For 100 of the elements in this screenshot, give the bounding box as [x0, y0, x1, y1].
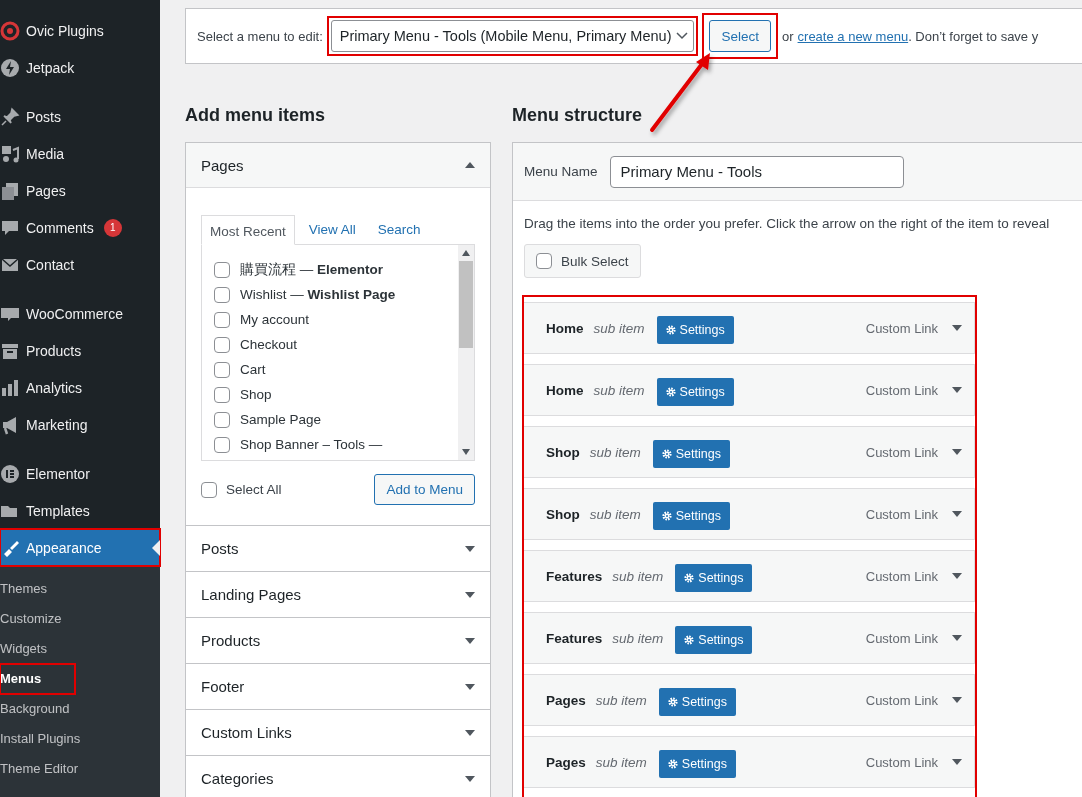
expand-arrow-icon[interactable] — [952, 635, 962, 641]
sidebar-item[interactable]: Media — [0, 135, 160, 172]
expand-arrow-icon[interactable] — [465, 729, 475, 736]
sidebar-item[interactable]: Products — [0, 332, 160, 369]
submenu-item[interactable]: Themes — [0, 574, 55, 604]
settings-button[interactable]: Settings — [652, 502, 730, 530]
item-subtitle: sub item — [595, 692, 647, 708]
accordion-header[interactable]: Custom Links — [186, 710, 490, 755]
bulk-select-button[interactable]: Bulk Select — [524, 244, 641, 278]
sidebar-item[interactable]: Ovic Plugins — [0, 12, 160, 49]
checkbox[interactable] — [214, 361, 230, 378]
accordion-header[interactable]: Landing Pages — [186, 572, 490, 617]
menu-item[interactable]: Pages sub item Settings Custom Link — [523, 674, 975, 726]
menu-item[interactable]: Features sub item Settings Custom Link — [523, 550, 975, 602]
sidebar-item[interactable]: Analytics — [0, 369, 160, 406]
settings-button[interactable]: Settings — [656, 378, 734, 406]
expand-arrow-icon[interactable] — [465, 591, 475, 598]
instructions-text: Drag the items into the order you prefer. Click the arrow on the right of the item to reveal — [524, 216, 1051, 231]
checkbox[interactable] — [214, 311, 230, 328]
gear-icon — [665, 325, 676, 335]
expand-arrow-icon[interactable] — [465, 637, 475, 644]
sidebar-item[interactable]: Contact — [0, 246, 160, 283]
scroll-up-icon[interactable] — [462, 250, 470, 256]
accordion-header[interactable]: Posts — [186, 526, 490, 571]
checkbox[interactable] — [536, 253, 552, 269]
sidebar-item[interactable]: Pages — [0, 172, 160, 209]
expand-arrow-icon[interactable] — [952, 697, 962, 703]
settings-button[interactable]: Settings — [658, 688, 736, 716]
add-to-menu-button[interactable]: Add to Menu — [374, 474, 475, 505]
accordion-header[interactable]: Footer — [186, 664, 490, 709]
menu-item[interactable]: Home sub item Settings Custom Link — [523, 302, 975, 354]
sidebar-item[interactable]: WooCommerce — [0, 295, 160, 332]
item-type: Custom Link — [865, 444, 938, 460]
sidebar-item[interactable]: Templates — [0, 492, 160, 529]
menu-item[interactable]: Shop sub item Settings Custom Link — [523, 488, 975, 540]
submenu-item[interactable]: Customize — [0, 604, 70, 634]
settings-button[interactable]: Settings — [658, 750, 736, 778]
tab[interactable]: View All — [300, 214, 364, 244]
page-label: Shop Banner – Tools — — [240, 437, 383, 452]
menu-name-field[interactable]: Primary Menu - Tools — [609, 155, 904, 188]
settings-button[interactable]: Settings — [652, 440, 730, 468]
settings-button[interactable]: Settings — [675, 564, 753, 592]
scroll-down-icon[interactable] — [462, 449, 470, 455]
checkbox[interactable] — [214, 436, 230, 453]
expand-arrow-icon[interactable] — [465, 545, 475, 552]
accordion-header[interactable]: Pages — [186, 143, 490, 188]
expand-arrow-icon[interactable] — [952, 759, 962, 765]
accordion-header[interactable]: Products — [186, 618, 490, 663]
sidebar-item[interactable]: Comments 1 — [0, 209, 160, 246]
gear-icon — [665, 387, 676, 397]
expand-arrow-icon[interactable] — [952, 325, 962, 331]
checkbox[interactable] — [214, 336, 230, 353]
item-subtitle: sub item — [593, 382, 645, 398]
page-label: Shop — [240, 387, 272, 402]
checkbox[interactable] — [214, 386, 230, 403]
submenu-item[interactable]: Menus — [0, 664, 76, 694]
checkbox[interactable] — [214, 286, 230, 303]
checkbox[interactable] — [214, 261, 230, 278]
gear-icon — [667, 697, 678, 707]
scrollbar[interactable] — [458, 245, 474, 460]
submenu-item[interactable]: Widgets — [0, 634, 55, 664]
gear-icon — [684, 635, 695, 645]
sidebar-item[interactable]: Jetpack — [0, 49, 160, 86]
page-label: 購買流程 — Elementor — [240, 260, 384, 279]
tab[interactable]: Search — [369, 214, 429, 244]
settings-button[interactable]: Settings — [675, 626, 753, 654]
select-button[interactable]: Select — [709, 20, 771, 52]
sidebar-item[interactable]: Marketing — [0, 406, 160, 443]
item-type: Custom Link — [865, 506, 938, 522]
page-label: My account — [240, 312, 310, 327]
menu-dropdown[interactable]: Primary Menu - Tools (Mobile Menu, Primary Menu) — [330, 20, 695, 52]
item-title: Features — [546, 568, 603, 584]
expand-arrow-icon[interactable] — [465, 775, 475, 782]
gear-icon — [667, 759, 678, 769]
page-label: Cart — [240, 362, 266, 377]
menu-item[interactable]: Shop sub item Settings Custom Link — [523, 426, 975, 478]
tab[interactable]: Most Recent — [201, 215, 295, 245]
item-subtitle: sub item — [595, 754, 647, 770]
expand-arrow-icon[interactable] — [952, 387, 962, 393]
expand-arrow-icon[interactable] — [465, 683, 475, 690]
expand-arrow-icon[interactable] — [952, 449, 962, 455]
checkbox[interactable] — [214, 411, 230, 428]
item-type: Custom Link — [865, 382, 938, 398]
sidebar-item[interactable]: Elementor — [0, 455, 160, 492]
expand-arrow-icon[interactable] — [952, 573, 962, 579]
sidebar-item[interactable]: Appearance — [0, 529, 160, 566]
menu-item[interactable]: Home sub item Settings Custom Link — [523, 364, 975, 416]
sidebar-item[interactable]: Posts — [0, 98, 160, 135]
settings-button[interactable]: Settings — [656, 316, 734, 344]
menu-item[interactable]: Pages sub item Settings Custom Link — [523, 736, 975, 788]
accordion-header[interactable]: Categories — [186, 756, 490, 797]
submenu-item[interactable]: Background — [0, 694, 78, 724]
item-title: Pages — [546, 692, 586, 708]
item-subtitle: sub item — [589, 444, 641, 460]
collapse-arrow-icon[interactable] — [465, 162, 475, 168]
submenu-item[interactable]: Install Plugins — [0, 724, 89, 754]
submenu-item[interactable]: Theme Editor — [0, 754, 87, 784]
expand-arrow-icon[interactable] — [952, 511, 962, 517]
menu-item[interactable]: Features sub item Settings Custom Link — [523, 612, 975, 664]
checkbox[interactable] — [201, 481, 217, 498]
